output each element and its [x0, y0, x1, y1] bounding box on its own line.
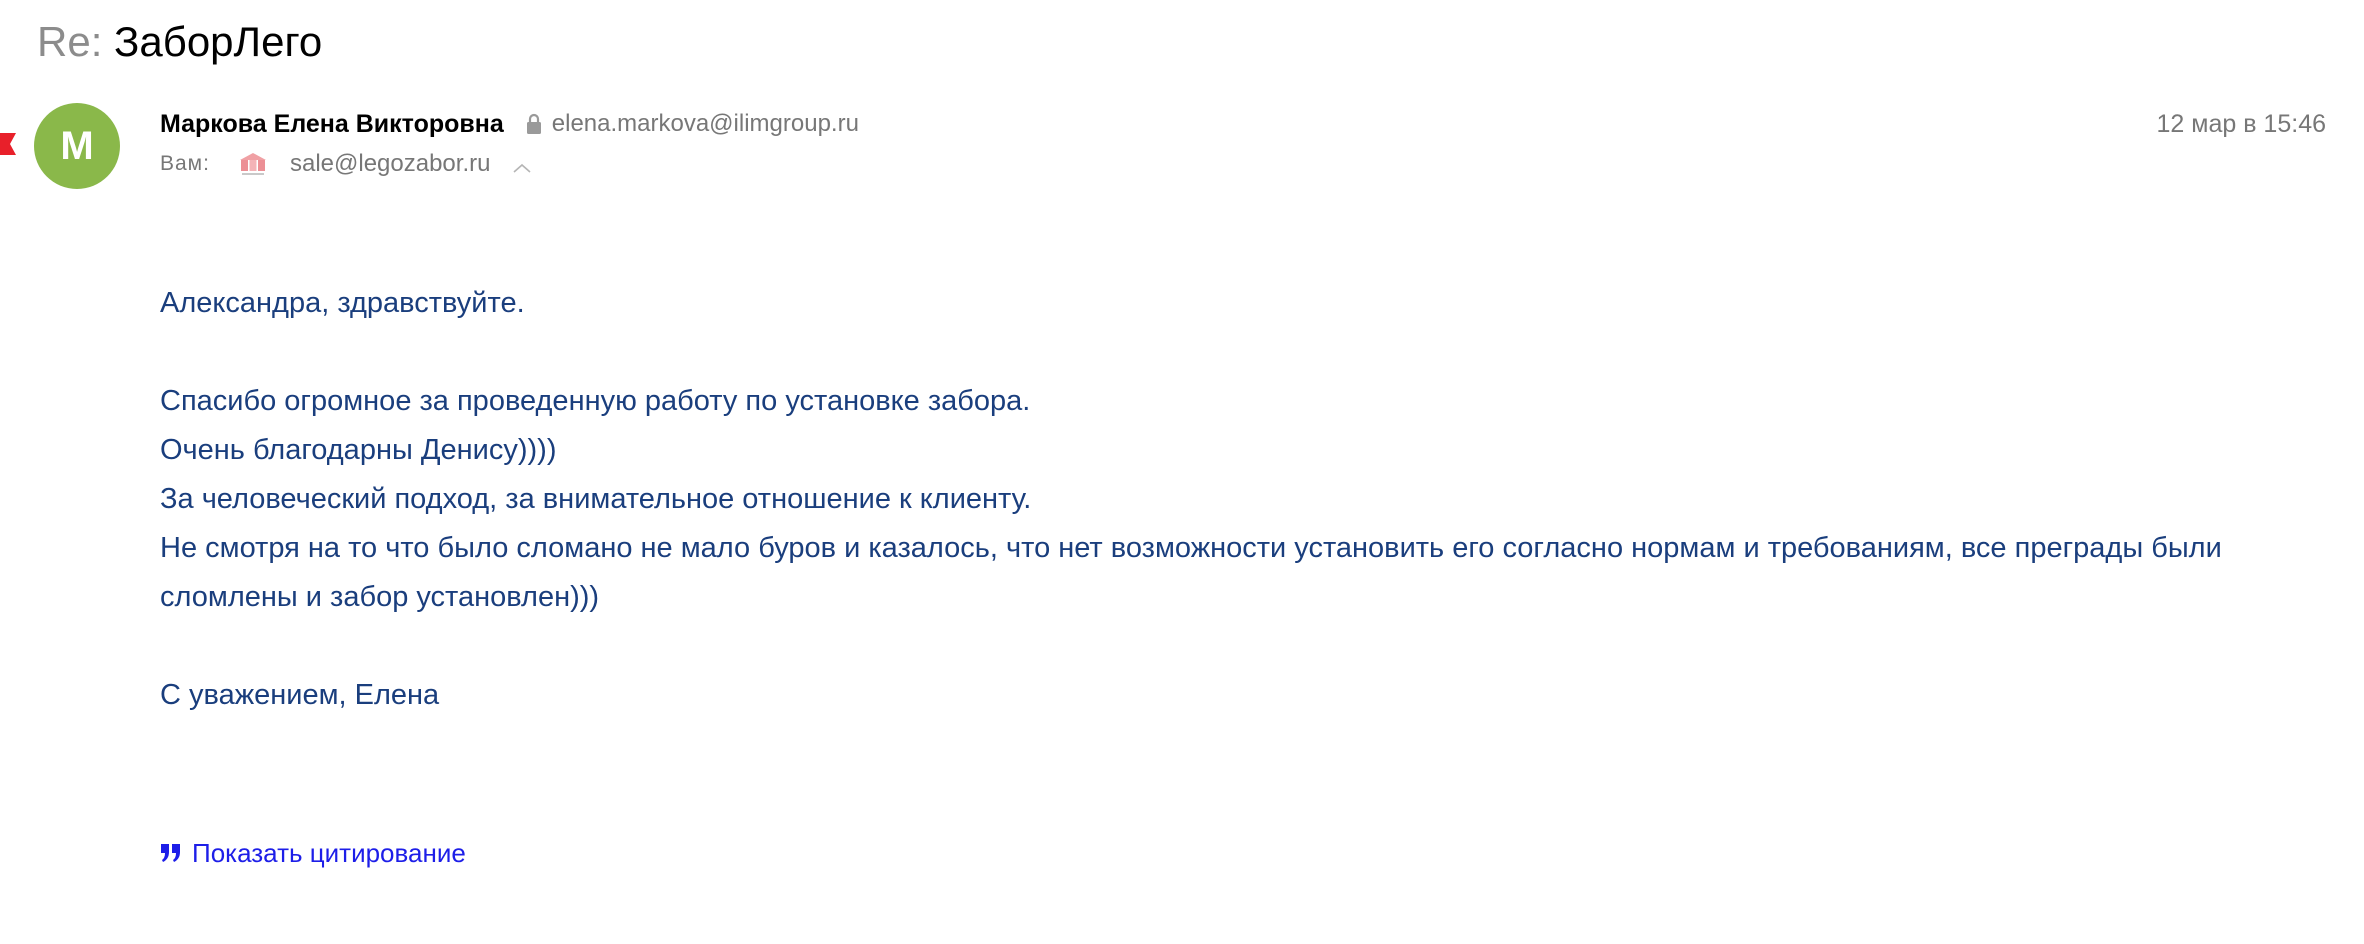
body-line: Не смотря на то что было сломано не мало…	[160, 532, 2222, 613]
avatar-letter: М	[60, 123, 94, 168]
body-signature: С уважением, Елена	[160, 679, 440, 711]
avatar[interactable]: М	[34, 103, 120, 189]
subject-prefix: Re:	[37, 18, 103, 65]
message-body: Александра, здравствуйте. Спасибо огромн…	[160, 279, 2310, 720]
quote-icon	[161, 844, 180, 862]
lock-icon	[526, 113, 541, 134]
body-greeting: Александра, здравствуйте.	[160, 287, 525, 319]
company-logo-icon	[239, 153, 266, 175]
chevron-up-icon[interactable]	[512, 162, 532, 174]
show-quote-link[interactable]: Показать цитирование	[160, 835, 466, 871]
sender-name[interactable]: Маркова Елена Викторовна	[160, 110, 504, 139]
recipient-email[interactable]: sale@legozabor.ru	[290, 150, 490, 178]
message-date: 12 мар в 15:46	[2156, 110, 2326, 138]
sender-row: Маркова Елена Викторовна elena.markova@i…	[160, 106, 859, 142]
sender-email[interactable]: elena.markova@ilimgroup.ru	[552, 110, 859, 138]
body-line: За человеческий подход, за внимательное …	[160, 483, 1032, 515]
body-line: Спасибо огромное за проведенную работу п…	[160, 385, 1031, 417]
red-flag-icon[interactable]	[0, 133, 16, 155]
subject-title: ЗаборЛего	[114, 18, 323, 65]
to-label: Вам:	[160, 152, 210, 175]
message-subject: Re: ЗаборЛего	[37, 14, 322, 70]
show-quote-label[interactable]: Показать цитирование	[192, 838, 466, 869]
body-line: Очень благодарны Денису))))	[160, 434, 557, 466]
recipients-row: Вам: sale@legozabor.ru	[160, 146, 532, 182]
